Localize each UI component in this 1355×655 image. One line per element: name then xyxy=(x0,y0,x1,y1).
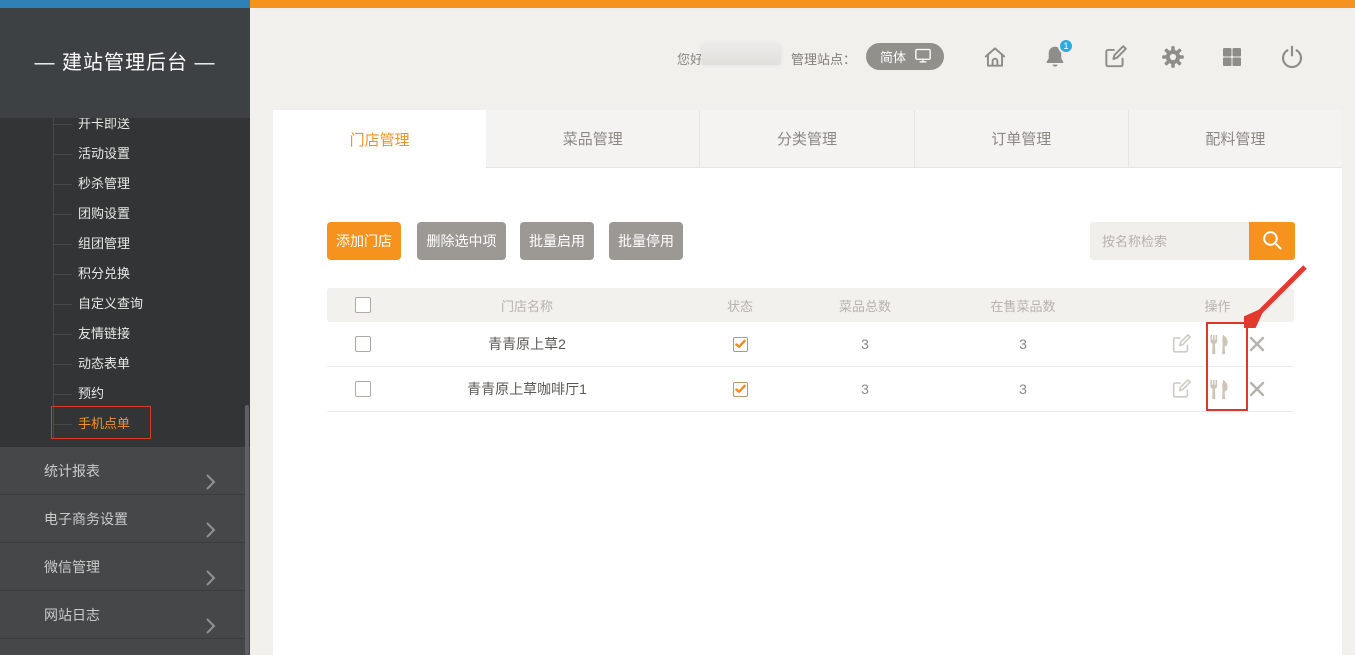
admin-console: — 建站管理后台 — 开卡即送 活动设置 秒杀管理 团购设置 组团管理 积分兑换… xyxy=(0,0,1355,655)
add-store-button[interactable]: 添加门店 xyxy=(327,222,401,260)
tab-store-management[interactable]: 门店管理 xyxy=(273,110,486,168)
store-table: 门店名称 状态 菜品总数 在售菜品数 操作 青青原上草2 3 3 xyxy=(327,288,1294,412)
sidebar-section-wechat[interactable]: 微信管理 xyxy=(0,543,250,591)
sidebar-section-ecommerce[interactable]: 电子商务设置 xyxy=(0,495,250,543)
language-switch-button[interactable]: 简体 xyxy=(866,43,944,70)
sidebar-item-custom-query[interactable]: 自定义查询 xyxy=(0,289,250,319)
sidebar-item-activity[interactable]: 活动设置 xyxy=(0,139,250,169)
sidebar-item-points[interactable]: 积分兑换 xyxy=(0,259,250,289)
section-label: 电子商务设置 xyxy=(44,511,128,527)
section-label: 网站日志 xyxy=(44,607,100,623)
edit-store-icon[interactable] xyxy=(1170,333,1192,355)
batch-disable-button[interactable]: 批量停用 xyxy=(609,222,683,260)
delete-store-icon[interactable] xyxy=(1248,335,1266,353)
sidebar-item-dynamic-form[interactable]: 动态表单 xyxy=(0,349,250,379)
sidebar-item-group-manage[interactable]: 组团管理 xyxy=(0,229,250,259)
greeting-text: 您好 xyxy=(677,49,703,68)
col-header-store-name: 门店名称 xyxy=(399,296,655,315)
sidebar-scrollbar[interactable] xyxy=(245,405,249,655)
language-label: 简体 xyxy=(880,47,906,66)
sidebar-section-reports[interactable]: 统计报表 xyxy=(0,447,250,495)
onsale-dishes-value: 3 xyxy=(905,336,1141,352)
select-all-checkbox[interactable] xyxy=(355,297,371,313)
sidebar-item-flash-sale[interactable]: 秒杀管理 xyxy=(0,169,250,199)
edit-store-icon[interactable] xyxy=(1170,378,1192,400)
sidebar-item-booking[interactable]: 预约 xyxy=(0,379,250,409)
delete-store-icon[interactable] xyxy=(1248,380,1266,398)
table-row: 青青原上草咖啡厅1 3 3 xyxy=(327,367,1294,412)
sidebar-item-links[interactable]: 友情链接 xyxy=(0,319,250,349)
chevron-right-icon xyxy=(205,606,216,654)
delete-selected-button[interactable]: 删除选中项 xyxy=(417,222,506,260)
monitor-icon xyxy=(914,47,932,67)
col-header-actions: 操作 xyxy=(1141,296,1294,315)
search-input[interactable] xyxy=(1090,222,1249,260)
store-name: 青青原上草咖啡厅1 xyxy=(399,379,655,399)
topbar-blue-strip xyxy=(0,0,250,8)
sidebar-submenu: 开卡即送 活动设置 秒杀管理 团购设置 组团管理 积分兑换 自定义查询 友情链接… xyxy=(0,118,250,447)
site-label: 管理站点： xyxy=(791,49,856,68)
sidebar-item-mobile-order[interactable]: 手机点单 xyxy=(0,409,250,439)
power-logout-icon[interactable] xyxy=(1279,44,1305,70)
onsale-dishes-value: 3 xyxy=(905,381,1141,397)
sidebar-item-group-buy[interactable]: 团购设置 xyxy=(0,199,250,229)
sidebar: — 建站管理后台 — 开卡即送 活动设置 秒杀管理 团购设置 组团管理 积分兑换… xyxy=(0,8,250,655)
dishes-fork-knife-icon[interactable] xyxy=(1207,333,1233,356)
redacted-username xyxy=(701,44,781,65)
tab-category-management[interactable]: 分类管理 xyxy=(699,110,913,168)
row-checkbox[interactable] xyxy=(355,336,371,352)
tab-dish-management[interactable]: 菜品管理 xyxy=(486,110,699,168)
search-icon xyxy=(1260,228,1284,255)
status-checkbox-checked[interactable] xyxy=(733,337,748,352)
sidebar-sections: 统计报表 电子商务设置 微信管理 网站日志 xyxy=(0,447,250,655)
total-dishes-value: 3 xyxy=(825,336,905,352)
status-checkbox-checked[interactable] xyxy=(733,382,748,397)
edit-compose-icon[interactable] xyxy=(1102,44,1128,70)
tab-bar: 门店管理 菜品管理 分类管理 订单管理 配料管理 xyxy=(273,110,1342,168)
col-header-status: 状态 xyxy=(655,296,825,315)
table-header-row: 门店名称 状态 菜品总数 在售菜品数 操作 xyxy=(327,288,1294,322)
tab-ingredient-management[interactable]: 配料管理 xyxy=(1128,110,1342,168)
sidebar-section-site-logs[interactable]: 网站日志 xyxy=(0,591,250,639)
dishes-fork-knife-icon[interactable] xyxy=(1207,378,1233,401)
search-button[interactable] xyxy=(1249,222,1295,260)
app-logo: — 建站管理后台 — xyxy=(0,8,250,118)
col-header-total-dishes: 菜品总数 xyxy=(825,296,905,315)
section-label: 微信管理 xyxy=(44,559,100,575)
apps-grid-icon[interactable] xyxy=(1220,45,1246,71)
row-checkbox[interactable] xyxy=(355,381,371,397)
notification-badge: 1 xyxy=(1058,38,1074,54)
col-header-onsale-dishes: 在售菜品数 xyxy=(905,296,1141,315)
topbar-orange-strip xyxy=(250,0,1355,8)
settings-gear-icon[interactable] xyxy=(1160,44,1186,70)
batch-enable-button[interactable]: 批量启用 xyxy=(520,222,594,260)
table-row: 青青原上草2 3 3 xyxy=(327,322,1294,367)
section-label: 统计报表 xyxy=(44,463,100,479)
tab-order-management[interactable]: 订单管理 xyxy=(914,110,1128,168)
total-dishes-value: 3 xyxy=(825,381,905,397)
home-icon[interactable] xyxy=(982,44,1008,70)
store-name: 青青原上草2 xyxy=(399,334,655,354)
